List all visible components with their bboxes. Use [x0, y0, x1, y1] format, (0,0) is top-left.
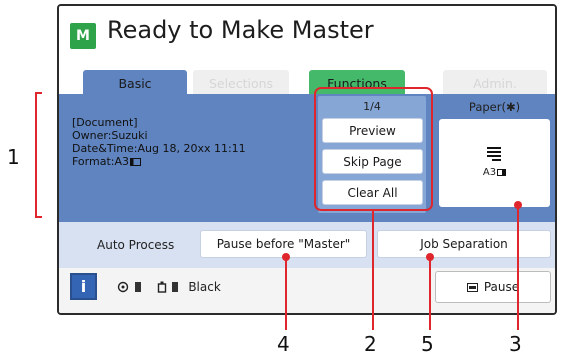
- callout-label-1: 1: [7, 145, 20, 169]
- callout-label-3: 3: [509, 332, 522, 356]
- callout-label-4: 4: [277, 332, 290, 356]
- callout-lines: [35, 92, 519, 330]
- callout-label-2: 2: [364, 332, 377, 356]
- callout-dot-5: [426, 253, 434, 261]
- callout-label-5: 5: [421, 332, 434, 356]
- callout-dot-4: [282, 253, 290, 261]
- callout-dot-3: [514, 201, 522, 209]
